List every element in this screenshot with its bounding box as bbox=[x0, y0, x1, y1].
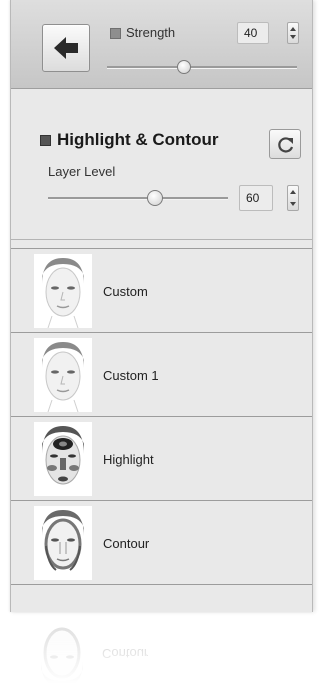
face-thumbnail-icon bbox=[34, 254, 92, 328]
spinner-down-icon[interactable] bbox=[290, 202, 296, 206]
face-contour-thumbnail-icon bbox=[33, 617, 91, 684]
list-item-custom[interactable]: Custom bbox=[11, 248, 312, 332]
spinner-up-icon[interactable] bbox=[290, 190, 296, 194]
face-thumbnail-icon bbox=[34, 338, 92, 412]
strength-value-field[interactable]: 40 bbox=[237, 22, 269, 44]
layer-level-slider-thumb[interactable] bbox=[147, 190, 163, 206]
back-button[interactable] bbox=[42, 24, 90, 72]
layer-level-label: Layer Level bbox=[48, 164, 116, 179]
section-title: Highlight & Contour bbox=[57, 130, 219, 149]
strength-spinner[interactable] bbox=[287, 22, 299, 44]
list-item-label: Custom 1 bbox=[103, 368, 159, 383]
layer-level-slider-track[interactable] bbox=[48, 197, 228, 200]
top-toolbar: Strength 40 bbox=[11, 0, 312, 89]
spinner-down-icon[interactable] bbox=[290, 35, 296, 39]
reflection-inner: Contour bbox=[10, 612, 311, 684]
list-item-label: Contour bbox=[103, 536, 150, 551]
preset-list: Custom Custom 1 Highlight Contour bbox=[11, 248, 312, 585]
strength-slider-thumb[interactable] bbox=[177, 60, 191, 74]
layer-level-spinner[interactable] bbox=[287, 185, 299, 211]
makeup-panel: Strength 40 Highlight & Contour Layer Le… bbox=[10, 0, 313, 612]
face-contour-thumbnail-icon bbox=[34, 506, 92, 580]
list-item-highlight[interactable]: Highlight bbox=[11, 416, 312, 500]
panel-reflection: Contour bbox=[10, 612, 311, 684]
reflection-label: Contour bbox=[102, 646, 149, 661]
list-item-label: Custom bbox=[103, 284, 148, 299]
layer-level-value-field[interactable]: 60 bbox=[239, 185, 273, 211]
strength-slider-track[interactable] bbox=[107, 66, 297, 69]
section-bullet-icon bbox=[40, 135, 51, 146]
reset-button[interactable] bbox=[269, 129, 301, 159]
list-item-label: Highlight bbox=[103, 452, 154, 467]
strength-label: Strength bbox=[126, 25, 176, 40]
spinner-up-icon[interactable] bbox=[290, 27, 296, 31]
reset-icon bbox=[278, 137, 294, 153]
list-item-contour[interactable]: Contour bbox=[11, 500, 312, 585]
list-item-custom-1[interactable]: Custom 1 bbox=[11, 332, 312, 416]
strength-value: 40 bbox=[244, 26, 258, 40]
strength-indicator-icon bbox=[110, 28, 121, 39]
back-arrow-icon bbox=[54, 37, 78, 59]
layer-level-value: 60 bbox=[246, 191, 260, 205]
face-highlight-thumbnail-icon bbox=[34, 422, 92, 496]
highlight-contour-section: Highlight & Contour Layer Level 60 bbox=[11, 89, 312, 240]
